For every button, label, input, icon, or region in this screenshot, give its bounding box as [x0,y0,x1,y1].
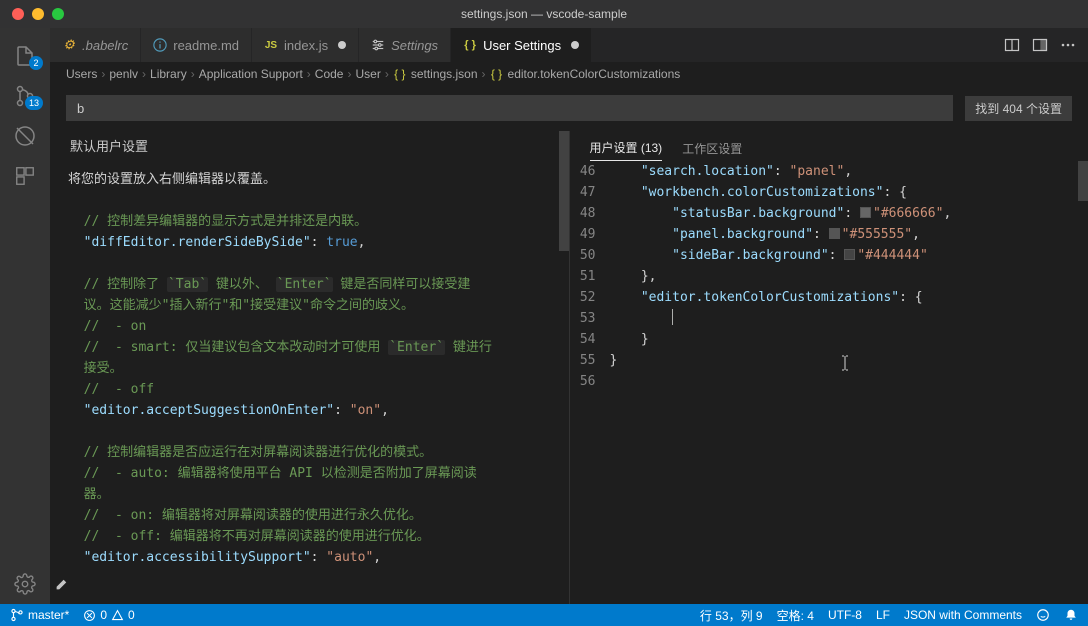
chevron-right-icon: › [347,67,351,81]
breadcrumb-item[interactable]: User [355,67,380,81]
scrollbar[interactable] [1078,161,1088,201]
dirty-indicator-icon [338,41,346,49]
workspace-settings-tab[interactable]: 工作区设置 [682,140,742,161]
user-settings-tab[interactable]: 用户设置 (13) [590,139,663,161]
toggle-layout-icon[interactable] [1032,37,1048,53]
info-icon [153,38,167,52]
tab-user-settings[interactable]: { } User Settings [451,28,592,62]
json-file-icon: { } [463,38,477,52]
settings-file-icon: ⚙ [62,38,76,52]
json-file-icon: { } [393,67,407,81]
chevron-right-icon: › [385,67,389,81]
git-branch-status[interactable]: master* [10,608,69,622]
pane-title: 默认用户设置 [70,136,148,155]
files-icon[interactable]: 2 [1,36,49,76]
extensions-icon[interactable] [1,156,49,196]
tab-readme[interactable]: readme.md [141,28,252,62]
breadcrumb-item[interactable]: Library [150,67,187,81]
text-cursor [672,309,673,325]
pane-header: 默认用户设置 [50,131,569,161]
feedback-icon[interactable] [1036,608,1050,622]
settings-search-row: 找到 404 个设置 [50,85,1088,131]
maximize-window-button[interactable] [52,8,64,20]
problems-status[interactable]: 0 0 [83,608,134,622]
breadcrumb-item[interactable]: Users [66,67,97,81]
debug-icon[interactable] [1,116,49,156]
user-settings-editor[interactable]: 4647484950515253545556 "search.location"… [570,161,1088,604]
more-actions-icon[interactable] [1060,37,1076,53]
warning-count: 0 [128,608,135,622]
window-title: settings.json — vscode-sample [461,7,627,21]
chevron-right-icon: › [101,67,105,81]
branch-name: master* [28,608,69,622]
tab-label: Settings [391,38,438,53]
breadcrumb-item[interactable]: penlv [109,67,138,81]
encoding-status[interactable]: UTF-8 [828,608,862,622]
activity-bar: 2 13 [0,28,50,604]
notifications-icon[interactable] [1064,608,1078,622]
default-settings-editor[interactable]: 将您的设置放入右侧编辑器以覆盖。 // 控制差异编辑器的显示方式是并排还是内联。… [50,161,569,604]
color-swatch[interactable] [860,207,871,218]
breadcrumbs[interactable]: Users › penlv › Library › Application Suppo… [50,63,1088,85]
user-settings-pane: 用户设置 (13) 工作区设置 4647484950515253545556 "… [570,131,1088,604]
settings-search-input[interactable] [66,95,953,121]
pencil-icon[interactable] [54,578,68,592]
json-symbol-icon: { } [490,67,504,81]
js-file-icon: JS [264,38,278,52]
titlebar: settings.json — vscode-sample [0,0,1088,28]
breadcrumb-item[interactable]: settings.json [411,67,478,81]
traffic-lights [0,8,64,20]
indentation-status[interactable]: 空格: 4 [777,607,814,624]
breadcrumb-item[interactable]: Application Support [199,67,303,81]
chevron-right-icon: › [482,67,486,81]
ibeam-cursor-icon [840,313,856,392]
tab-label: .babelrc [82,38,128,53]
split-editor-icon[interactable] [1004,37,1020,53]
tab-label: User Settings [483,38,561,53]
pane-tabs: 用户设置 (13) 工作区设置 [570,131,1088,161]
status-bar: master* 0 0 行 53，列 9 空格: 4 UTF-8 LF JSON… [0,604,1088,626]
eol-status[interactable]: LF [876,608,890,622]
tab-settings[interactable]: Settings [359,28,451,62]
tab-babelrc[interactable]: ⚙ .babelrc [50,28,141,62]
settings-gear-icon[interactable] [1,564,49,604]
source-control-icon[interactable]: 13 [1,76,49,116]
files-badge: 2 [29,56,43,70]
chevron-right-icon: › [307,67,311,81]
minimize-window-button[interactable] [32,8,44,20]
chevron-right-icon: › [142,67,146,81]
settings-list-icon [371,38,385,52]
color-swatch[interactable] [829,228,840,239]
language-mode-status[interactable]: JSON with Comments [904,608,1022,622]
scrollbar[interactable] [559,131,569,251]
chevron-right-icon: › [191,67,195,81]
tab-label: readme.md [173,38,239,53]
default-settings-pane: 默认用户设置 将您的设置放入右侧编辑器以覆盖。 // 控制差异编辑器的显示方式是… [50,131,570,604]
search-result-count: 找到 404 个设置 [965,96,1072,121]
breadcrumb-item[interactable]: editor.tokenColorCustomizations [508,67,681,81]
close-window-button[interactable] [12,8,24,20]
cursor-position-status[interactable]: 行 53，列 9 [700,607,763,624]
tab-label: index.js [284,38,328,53]
scm-badge: 13 [25,96,43,110]
editor-tabs: ⚙ .babelrc readme.md JS index.js Setting… [50,28,1088,63]
breadcrumb-item[interactable]: Code [315,67,344,81]
dirty-indicator-icon [571,41,579,49]
line-numbers: 4647484950515253545556 [570,161,610,604]
error-count: 0 [100,608,107,622]
color-swatch[interactable] [844,249,855,260]
tab-indexjs[interactable]: JS index.js [252,28,359,62]
